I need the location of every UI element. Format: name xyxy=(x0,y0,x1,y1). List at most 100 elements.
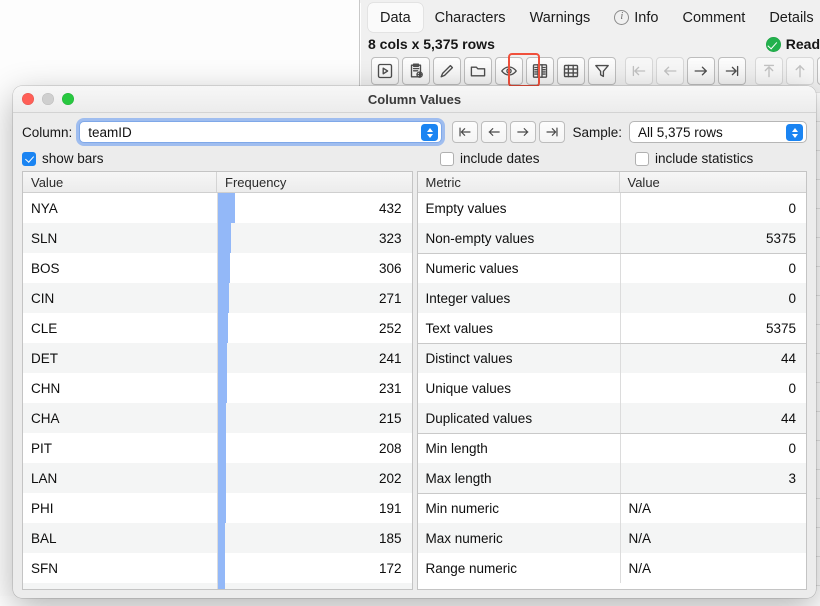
cell-metric: Numeric values xyxy=(418,261,620,276)
last-column-icon[interactable] xyxy=(539,121,565,143)
tab-warnings[interactable]: Warnings xyxy=(518,3,603,32)
table-row[interactable]: CIN271 xyxy=(23,283,412,313)
eye-preview-icon[interactable] xyxy=(495,57,523,85)
tab-data[interactable]: Data xyxy=(368,3,423,32)
chevron-updown-icon[interactable] xyxy=(786,124,803,141)
table-row[interactable]: Numeric values0 xyxy=(418,253,807,283)
clipboard-add-icon[interactable] xyxy=(402,57,430,85)
cell-metric: Distinct values xyxy=(418,351,620,366)
cell-metric-value: N/A xyxy=(620,494,807,523)
checkbox-row: show bars include dates include statisti… xyxy=(22,146,807,171)
cell-metric-value: 3 xyxy=(620,463,807,493)
column-header-value[interactable]: Value xyxy=(23,172,217,192)
cell-metric: Max length xyxy=(418,471,620,486)
cell-metric-value: 0 xyxy=(620,254,807,283)
cell-metric: Min numeric xyxy=(418,501,620,516)
dialog-body: Value Frequency NYA432SLN323BOS306CIN271… xyxy=(13,171,816,598)
dialog-title-bar[interactable]: Column Values xyxy=(13,86,816,113)
tab-label: Comment xyxy=(682,10,745,26)
next-column-icon[interactable] xyxy=(510,121,536,143)
cell-metric-value: 5375 xyxy=(620,313,807,343)
cell-metric-value: 0 xyxy=(620,193,807,223)
previous-column-icon[interactable] xyxy=(481,121,507,143)
table-rows-icon[interactable] xyxy=(557,57,585,85)
table-row[interactable]: Non-empty values5375 xyxy=(418,223,807,253)
sample-select[interactable]: All 5,375 rows xyxy=(629,121,807,143)
window-controls[interactable] xyxy=(22,93,74,105)
tab-details[interactable]: Details xyxy=(757,3,820,32)
next-page-icon[interactable] xyxy=(687,57,715,85)
cell-metric: Min length xyxy=(418,441,620,456)
close-button[interactable] xyxy=(22,93,34,105)
cell-frequency: 241 xyxy=(217,343,412,373)
checkbox-include-dates[interactable]: include dates xyxy=(440,151,540,166)
dialog-controls: Column: teamID Sample: All 5,375 rows sh… xyxy=(13,113,816,171)
column-header-value[interactable]: Value xyxy=(620,172,807,192)
tab-label: Warnings xyxy=(530,10,591,26)
frequency-bar xyxy=(218,403,226,433)
first-column-icon[interactable] xyxy=(452,121,478,143)
tab-characters[interactable]: Characters xyxy=(423,3,518,32)
table-row-partial[interactable] xyxy=(23,583,412,589)
frequency-bar xyxy=(218,583,225,589)
cell-metric-value: 44 xyxy=(620,344,807,373)
value-frequency-table[interactable]: Value Frequency NYA432SLN323BOS306CIN271… xyxy=(22,171,413,590)
checkbox-include-dates-label: include dates xyxy=(460,151,540,166)
table-row[interactable]: PIT208 xyxy=(23,433,412,463)
table-row[interactable]: Max length3 xyxy=(418,463,807,493)
tab-comment[interactable]: Comment xyxy=(670,3,757,32)
table-row[interactable]: LAN202 xyxy=(23,463,412,493)
table-row[interactable]: Min numericN/A xyxy=(418,493,807,523)
folder-icon[interactable] xyxy=(464,57,492,85)
table-row[interactable]: Duplicated values44 xyxy=(418,403,807,433)
cell-value: CHA xyxy=(23,411,217,426)
checkbox-show-bars[interactable]: show bars xyxy=(22,151,104,166)
table-row[interactable]: SLN323 xyxy=(23,223,412,253)
checkbox-icon[interactable] xyxy=(440,152,454,166)
table-row[interactable]: Range numericN/A xyxy=(418,553,807,583)
table-row[interactable]: Distinct values44 xyxy=(418,343,807,373)
first-row-icon xyxy=(755,57,783,85)
frequency-value: 432 xyxy=(379,201,402,216)
checkbox-include-statistics[interactable]: include statistics xyxy=(635,151,753,166)
tab-info[interactable]: iInfo xyxy=(602,3,670,32)
frequency-bar xyxy=(218,373,227,403)
cell-metric: Range numeric xyxy=(418,561,620,576)
table-row[interactable]: BAL185 xyxy=(23,523,412,553)
previous-row-icon xyxy=(786,57,814,85)
column-select[interactable]: teamID xyxy=(79,121,442,143)
table-row[interactable]: Text values5375 xyxy=(418,313,807,343)
frequency-bar xyxy=(218,283,229,313)
table-row[interactable]: SFN172 xyxy=(23,553,412,583)
cell-metric-value: 44 xyxy=(620,403,807,433)
run-icon[interactable] xyxy=(371,57,399,85)
table-row[interactable]: BOS306 xyxy=(23,253,412,283)
column-header-frequency[interactable]: Frequency xyxy=(217,172,412,192)
table-row[interactable]: Integer values0 xyxy=(418,283,807,313)
checkbox-icon[interactable] xyxy=(635,152,649,166)
table-row[interactable]: Unique values0 xyxy=(418,373,807,403)
column-values-icon[interactable] xyxy=(526,57,554,85)
previous-page-icon xyxy=(656,57,684,85)
table-row[interactable]: NYA432 xyxy=(23,193,412,223)
checkbox-icon[interactable] xyxy=(22,152,36,166)
table-row[interactable]: CLE252 xyxy=(23,313,412,343)
zoom-button[interactable] xyxy=(62,93,74,105)
pencil-edit-icon[interactable] xyxy=(433,57,461,85)
frequency-value: 271 xyxy=(379,291,402,306)
table-row[interactable]: CHA215 xyxy=(23,403,412,433)
column-header-metric[interactable]: Metric xyxy=(418,172,620,192)
table-row[interactable]: Min length0 xyxy=(418,433,807,463)
chevron-updown-icon[interactable] xyxy=(421,124,438,141)
minimize-button[interactable] xyxy=(42,93,54,105)
table-row[interactable]: CHN231 xyxy=(23,373,412,403)
frequency-value: 306 xyxy=(379,261,402,276)
filter-funnel-icon[interactable] xyxy=(588,57,616,85)
metric-value-table[interactable]: Metric Value Empty values0Non-empty valu… xyxy=(417,171,808,590)
last-page-icon[interactable] xyxy=(718,57,746,85)
table-row[interactable]: Empty values0 xyxy=(418,193,807,223)
table-row[interactable]: PHI191 xyxy=(23,493,412,523)
table-row[interactable]: DET241 xyxy=(23,343,412,373)
table-row[interactable]: Max numericN/A xyxy=(418,523,807,553)
tab-label: Info xyxy=(634,10,658,26)
